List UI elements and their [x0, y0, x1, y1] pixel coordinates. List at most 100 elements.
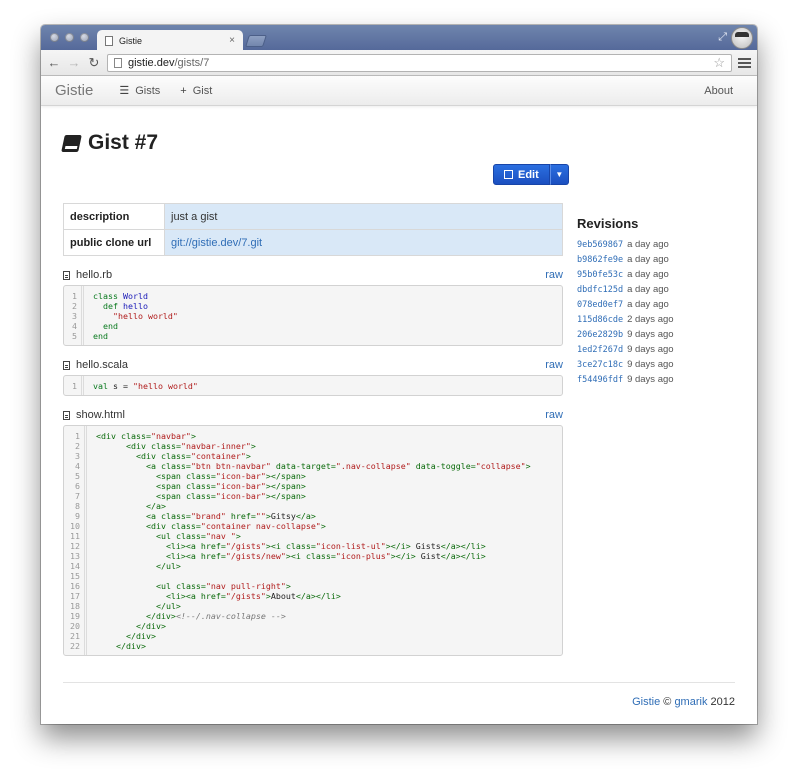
tab-title: Gistie — [119, 35, 143, 46]
revision-age: 9 days ago — [627, 344, 674, 355]
revision-link[interactable]: 3ce27c18c — [577, 360, 623, 370]
address-bar[interactable]: gistie.dev/gists/7 ☆ — [107, 53, 732, 72]
nav-new-gist-link[interactable]: + Gist — [180, 85, 212, 97]
file-icon — [63, 360, 70, 370]
revision-age: 9 days ago — [627, 329, 674, 340]
code-lines: <div class="navbar"> <div class="navbar-… — [96, 431, 531, 651]
book-icon — [61, 134, 82, 152]
forward-icon[interactable]: → — [67, 55, 81, 70]
page-icon — [105, 35, 113, 46]
revision-link[interactable]: 95b0fe53c — [577, 270, 623, 280]
app-navbar: Gistie ☰ Gists + Gist About — [41, 76, 757, 106]
list-item: dbdfc125d a day ago — [577, 282, 747, 297]
code-block: 1 2 3 4 5 6 7 8 9 10 11 12 13 14 15 16 17 18 19 20 21 22 <div… — [63, 425, 563, 656]
minimize-window-button[interactable] — [65, 33, 74, 42]
revision-age: 9 days ago — [627, 374, 674, 385]
file-block: hello.rb raw 12345 class World def hello… — [63, 268, 563, 346]
page-heading: Gist #7 — [61, 131, 735, 155]
code-lines: val s = "hello world" — [93, 381, 198, 391]
revision-age: 9 days ago — [627, 359, 674, 370]
revision-age: a day ago — [627, 284, 669, 295]
revision-link[interactable]: 078ed0ef7 — [577, 300, 623, 310]
raw-link[interactable]: raw — [545, 359, 563, 371]
footer-brand-link[interactable]: Gistie — [632, 696, 660, 708]
code-block: 1 val s = "hello world" — [63, 375, 563, 396]
file-block: show.html raw 1 2 3 4 5 6 7 8 9 10 11 12 13 14 15 16 17 1… — [63, 408, 563, 656]
revision-link[interactable]: 9eb569867 — [577, 240, 623, 250]
list-item: 078ed0ef7 a day ago — [577, 297, 747, 312]
table-row: description just a gist — [63, 203, 563, 230]
revision-age: a day ago — [627, 239, 669, 250]
revision-link[interactable]: 115d86cde — [577, 315, 623, 325]
url-text[interactable]: gistie.dev/gists/7 — [128, 57, 707, 69]
page-footer: Gistie © gmarik 2012 — [63, 682, 735, 718]
revision-link[interactable]: 206e2829b — [577, 330, 623, 340]
page-title: Gist #7 — [88, 131, 159, 154]
revision-age: a day ago — [627, 254, 669, 265]
zoom-window-button[interactable] — [80, 33, 89, 42]
raw-link[interactable]: raw — [545, 269, 563, 281]
list-icon: ☰ — [119, 85, 130, 97]
file-name: show.html — [76, 409, 125, 421]
new-tab-button[interactable] — [245, 35, 267, 47]
gist-main: description just a gist public clone url… — [63, 203, 563, 656]
tab-strip: Gistie × ⤢ — [41, 25, 757, 51]
page-content: Gist #7 Edit ▼ description just a gist p… — [61, 106, 735, 656]
plus-icon: + — [180, 84, 187, 97]
file-name: hello.scala — [76, 359, 128, 371]
revision-age: 2 days ago — [627, 314, 674, 325]
back-icon[interactable]: ← — [47, 55, 61, 70]
reload-icon[interactable]: ↻ — [87, 55, 101, 71]
file-icon — [63, 410, 70, 420]
bookmark-star-icon[interactable]: ☆ — [713, 55, 725, 71]
incognito-icon — [731, 27, 753, 49]
raw-link[interactable]: raw — [545, 409, 563, 421]
revision-link[interactable]: 1ed2f267d — [577, 345, 623, 355]
brand-link[interactable]: Gistie — [55, 82, 93, 99]
revision-age: a day ago — [627, 299, 669, 310]
code-block: 12345 class World def hello "hello world… — [63, 285, 563, 346]
revision-link[interactable]: b9862fe9e — [577, 255, 623, 265]
list-item: 9eb569867 a day ago — [577, 237, 747, 252]
clone-url-link[interactable]: git://gistie.dev/7.git — [164, 229, 563, 256]
list-item: 115d86cde 2 days ago — [577, 312, 747, 327]
fullscreen-icon[interactable]: ⤢ — [718, 31, 727, 44]
edit-icon — [504, 170, 513, 179]
edit-dropdown-toggle[interactable]: ▼ — [549, 164, 569, 185]
list-item: 206e2829b 9 days ago — [577, 327, 747, 342]
meta-value: just a gist — [164, 203, 563, 230]
browser-toolbar: ← → ↻ gistie.dev/gists/7 ☆ — [41, 50, 757, 76]
revision-link[interactable]: dbdfc125d — [577, 285, 623, 295]
footer-author-link[interactable]: gmarik — [674, 696, 707, 708]
revisions-title: Revisions — [577, 216, 639, 231]
browser-menu-icon[interactable] — [738, 57, 751, 68]
gist-meta-table: description just a gist public clone url… — [63, 203, 563, 256]
close-window-button[interactable] — [50, 33, 59, 42]
tab-close-icon[interactable]: × — [229, 35, 235, 46]
nav-gists-label: Gists — [135, 84, 161, 97]
list-item: 1ed2f267d 9 days ago — [577, 342, 747, 357]
nav-about-link[interactable]: About — [704, 85, 733, 97]
list-item: 95b0fe53c a day ago — [577, 267, 747, 282]
window-controls — [50, 33, 89, 42]
file-name: hello.rb — [76, 269, 113, 281]
file-header: show.html raw — [63, 408, 563, 422]
browser-window: Gistie × ⤢ ← → ↻ gistie.dev/gists/7 ☆ Gi… — [41, 25, 757, 724]
code-lines: class World def hello "hello world" end … — [93, 291, 178, 341]
list-item: 3ce27c18c 9 days ago — [577, 357, 747, 372]
browser-tab[interactable]: Gistie × — [97, 30, 243, 51]
edit-button[interactable]: Edit — [493, 164, 550, 185]
line-numbers: 1 2 3 4 5 6 7 8 9 10 11 12 13 14 15 16 17 18 19 20 21 22 — [64, 426, 87, 655]
file-header: hello.scala raw — [63, 358, 563, 372]
revision-link[interactable]: f54496fdf — [577, 375, 623, 385]
nav-gists-link[interactable]: ☰ Gists — [119, 84, 161, 98]
copyright-symbol: © — [663, 695, 672, 708]
nav-new-gist-label: Gist — [192, 84, 213, 97]
meta-key: description — [63, 203, 165, 230]
page-icon — [114, 57, 122, 68]
list-item: f54496fdf 9 days ago — [577, 372, 747, 387]
edit-button-group: Edit ▼ — [493, 164, 569, 185]
line-numbers: 12345 — [64, 286, 84, 345]
list-item: b9862fe9e a day ago — [577, 252, 747, 267]
line-numbers: 1 — [64, 376, 84, 395]
